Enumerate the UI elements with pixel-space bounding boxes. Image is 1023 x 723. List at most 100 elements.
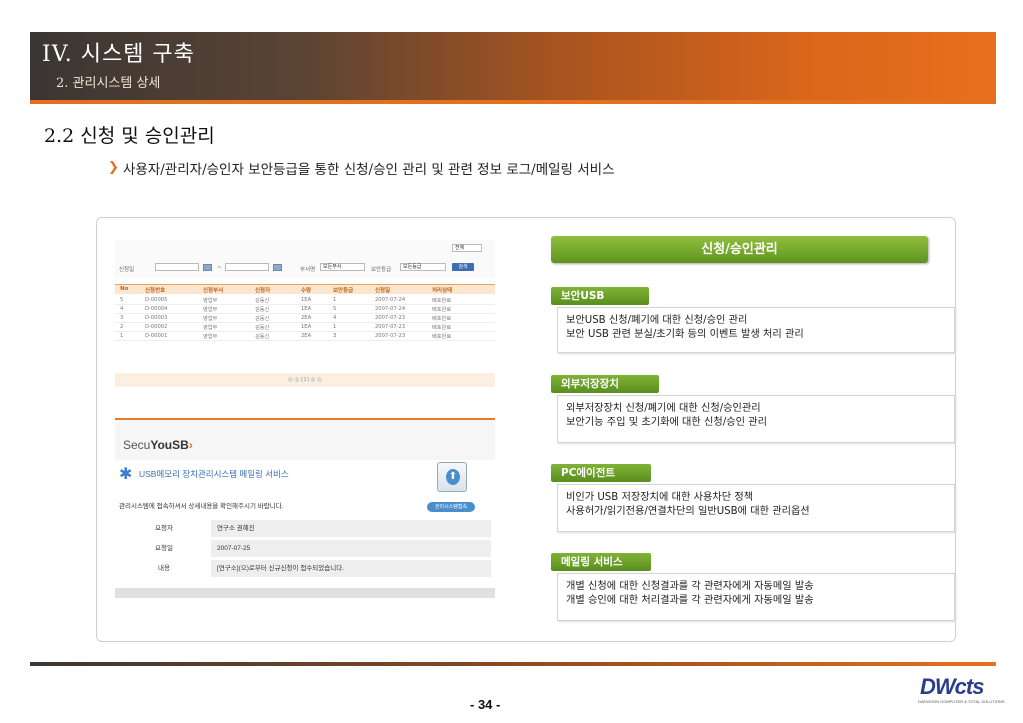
mail-field-row: 요청일 2007-07-25 xyxy=(119,540,491,557)
table-cell: 1EA xyxy=(301,324,312,330)
panel-header: 신청/승인관리 xyxy=(551,236,928,263)
table-cell: 3 xyxy=(120,315,124,321)
asterisk-icon: ✱ xyxy=(119,464,133,483)
dwcts-logo-subtitle: DAEWOON COMPUTER & TOTAL SOLUTIONS xyxy=(918,699,1005,704)
feature-description-box: 보안USB 신청/폐기에 대한 신청/승인 관리보안 USB 관련 분실/초기화… xyxy=(557,307,955,353)
table-cell: 영업부 xyxy=(203,325,218,331)
level-label: 보안등급 xyxy=(371,267,392,273)
range-separator: ~ xyxy=(217,265,222,271)
mail-field-label: 요청일 xyxy=(155,544,173,552)
banner-underline xyxy=(30,100,996,104)
feature-tag: 외부저장장치 xyxy=(551,375,659,393)
mail-field-label: 내용 xyxy=(158,564,170,572)
table-row[interactable]: 2 D-00002 영업부 김동신 1EA 1 2007-07-23 배포완료 xyxy=(115,323,495,332)
table-row[interactable]: 5 D-00005 영업부 김동신 1EA 1 2007-07-24 배포완료 xyxy=(115,296,495,305)
start-date-input[interactable] xyxy=(155,263,199,271)
feature-tag: 메일링 서비스 xyxy=(551,553,651,571)
column-header[interactable]: 보안등급 xyxy=(333,286,353,294)
table-row[interactable]: 3 D-00003 영업부 김동신 2EA 4 2007-07-23 배포완료 xyxy=(115,314,495,323)
table-cell: 영업부 xyxy=(203,307,218,313)
table-cell: 김동신 xyxy=(255,316,270,322)
column-header[interactable]: 신청부서 xyxy=(203,286,223,294)
column-header[interactable]: 신청일 xyxy=(375,286,390,294)
table-cell: 배포완료 xyxy=(432,298,452,304)
page-number: - 34 - xyxy=(470,697,501,712)
table-cell: 2EA xyxy=(301,333,312,339)
table-cell: 영업부 xyxy=(203,316,218,322)
request-list-screenshot: 전체 신청일 ~ 부서명 모든부서 보안등급 모든등급 검색 No 신청번호 신청부… xyxy=(115,240,495,390)
table-cell: 1 xyxy=(120,333,124,339)
table-cell: D-00002 xyxy=(145,324,168,330)
table-cell: 1 xyxy=(333,324,337,330)
mail-service-title: USB메모리 장치관리시스템 메일링 서비스 xyxy=(139,469,289,479)
search-button[interactable]: 검색 xyxy=(452,263,474,271)
mail-field-value: [연구소](으)로부터 신규신청이 접수되었습니다. xyxy=(211,560,491,577)
table-row[interactable]: 4 D-00004 영업부 김동신 1EA 5 2007-07-24 배포완료 xyxy=(115,305,495,314)
mail-field-row: 내용 [연구소](으)로부터 신규신청이 접수되었습니다. xyxy=(119,560,491,577)
calendar-icon[interactable] xyxy=(273,264,282,271)
table-cell: 배포완료 xyxy=(432,325,452,331)
end-date-input[interactable] xyxy=(225,263,269,271)
table-cell: 영업부 xyxy=(203,334,218,340)
mail-field-value: 연구소 권혜진 xyxy=(211,520,491,537)
scope-select[interactable]: 전체 xyxy=(452,244,482,252)
dwcts-logo: DWcts xyxy=(920,674,984,699)
feature-description-box: 외부저장장치 신청/폐기에 대한 신청/승인관리보안기능 주입 및 초기화에 대… xyxy=(557,395,955,443)
column-header[interactable]: 신청번호 xyxy=(145,286,165,294)
chapter-subtitle: 2. 관리시스템 상세 xyxy=(56,76,161,91)
table-cell: 5 xyxy=(120,297,124,303)
section-title: 2.2 신청 및 승인관리 xyxy=(44,125,215,147)
column-header[interactable]: 신청자 xyxy=(255,286,270,294)
feature-description-box: 비인가 USB 저장장치에 대한 사용차단 정책 사용허가/읽기전용/연결차단의 … xyxy=(557,484,955,532)
feature-description-line: 보안기능 주입 및 초기화에 대한 신청/승인 관리 xyxy=(566,417,767,428)
table-cell: 5 xyxy=(333,306,337,312)
table-cell: 2007-07-24 xyxy=(375,306,406,312)
table-cell: 배포완료 xyxy=(432,307,452,313)
level-select[interactable]: 모든등급 xyxy=(400,263,446,271)
dept-label: 부서명 xyxy=(300,267,316,273)
feature-description-box: 개별 신청에 대한 신청결과를 각 관련자에게 자동메일 발송 개별 승인에 대한… xyxy=(557,573,955,621)
table-cell: 2 xyxy=(120,324,124,330)
feature-description-line: 보안USB 신청/폐기에 대한 신청/승인 관리 xyxy=(566,315,748,326)
table-cell: 1 xyxy=(333,297,337,303)
pagination[interactable]: ◎ ◎ [1] ◎ ◎ xyxy=(115,373,495,387)
table-cell: 김동신 xyxy=(255,334,270,340)
column-header[interactable]: 수량 xyxy=(301,286,311,294)
mail-field-row: 요청자 연구소 권혜진 xyxy=(119,520,491,537)
system-access-icon[interactable]: ⬆ xyxy=(437,462,467,492)
feature-description-line: 보안 USB 관련 분실/초기화 등의 이벤트 발생 처리 관리 xyxy=(566,329,804,340)
table-cell: D-00001 xyxy=(145,333,168,339)
column-header[interactable]: No xyxy=(120,286,128,292)
secuyousb-logo: SecuYouSB› xyxy=(123,438,193,452)
mail-field-value: 2007-07-25 xyxy=(211,540,491,557)
table-cell: 1EA xyxy=(301,297,312,303)
feature-tag: 보안USB xyxy=(551,287,649,305)
chapter-title: IV. 시스템 구축 xyxy=(42,42,195,67)
dept-select[interactable]: 모든부서 xyxy=(320,263,365,271)
table-cell: 1EA xyxy=(301,306,312,312)
table-cell: 김동신 xyxy=(255,325,270,331)
calendar-icon[interactable] xyxy=(203,264,212,271)
table-row[interactable]: 1 D-00001 영업부 김동신 2EA 3 2007-07-23 배포완료 xyxy=(115,332,495,341)
table-cell: 2007-07-23 xyxy=(375,333,406,339)
feature-tag: PC에이전트 xyxy=(551,464,651,482)
table-cell: 4 xyxy=(333,315,337,321)
mail-field-label: 요청자 xyxy=(155,524,173,532)
table-cell: D-00005 xyxy=(145,297,168,303)
bullet-arrow-icon: ❯ xyxy=(108,160,119,175)
table-cell: 2007-07-24 xyxy=(375,297,406,303)
system-access-button[interactable]: 관리시스템접속 xyxy=(427,502,475,512)
feature-description-line: 외부저장장치 신청/폐기에 대한 신청/승인관리 xyxy=(566,403,761,414)
arrow-up-icon: ⬆ xyxy=(446,469,460,485)
mail-footer xyxy=(115,588,495,598)
table-cell: 2007-07-23 xyxy=(375,324,406,330)
table-cell: D-00003 xyxy=(145,315,168,321)
table-cell: D-00004 xyxy=(145,306,168,312)
column-header[interactable]: 처리상태 xyxy=(432,286,452,294)
apply-date-label: 신청일 xyxy=(119,267,135,273)
feature-description-line: 사용허가/읽기전용/연결차단의 일반USB에 대한 관리옵션 xyxy=(566,506,810,517)
table-cell: 2007-07-23 xyxy=(375,315,406,321)
section-bullet: 사용자/관리자/승인자 보안등급을 통한 신청/승인 관리 및 관련 정보 로그… xyxy=(123,162,615,178)
mail-notification-screenshot: SecuYouSB› ✱ USB메모리 장치관리시스템 메일링 서비스 관리시스… xyxy=(115,418,495,598)
table-cell: 김동신 xyxy=(255,298,270,304)
